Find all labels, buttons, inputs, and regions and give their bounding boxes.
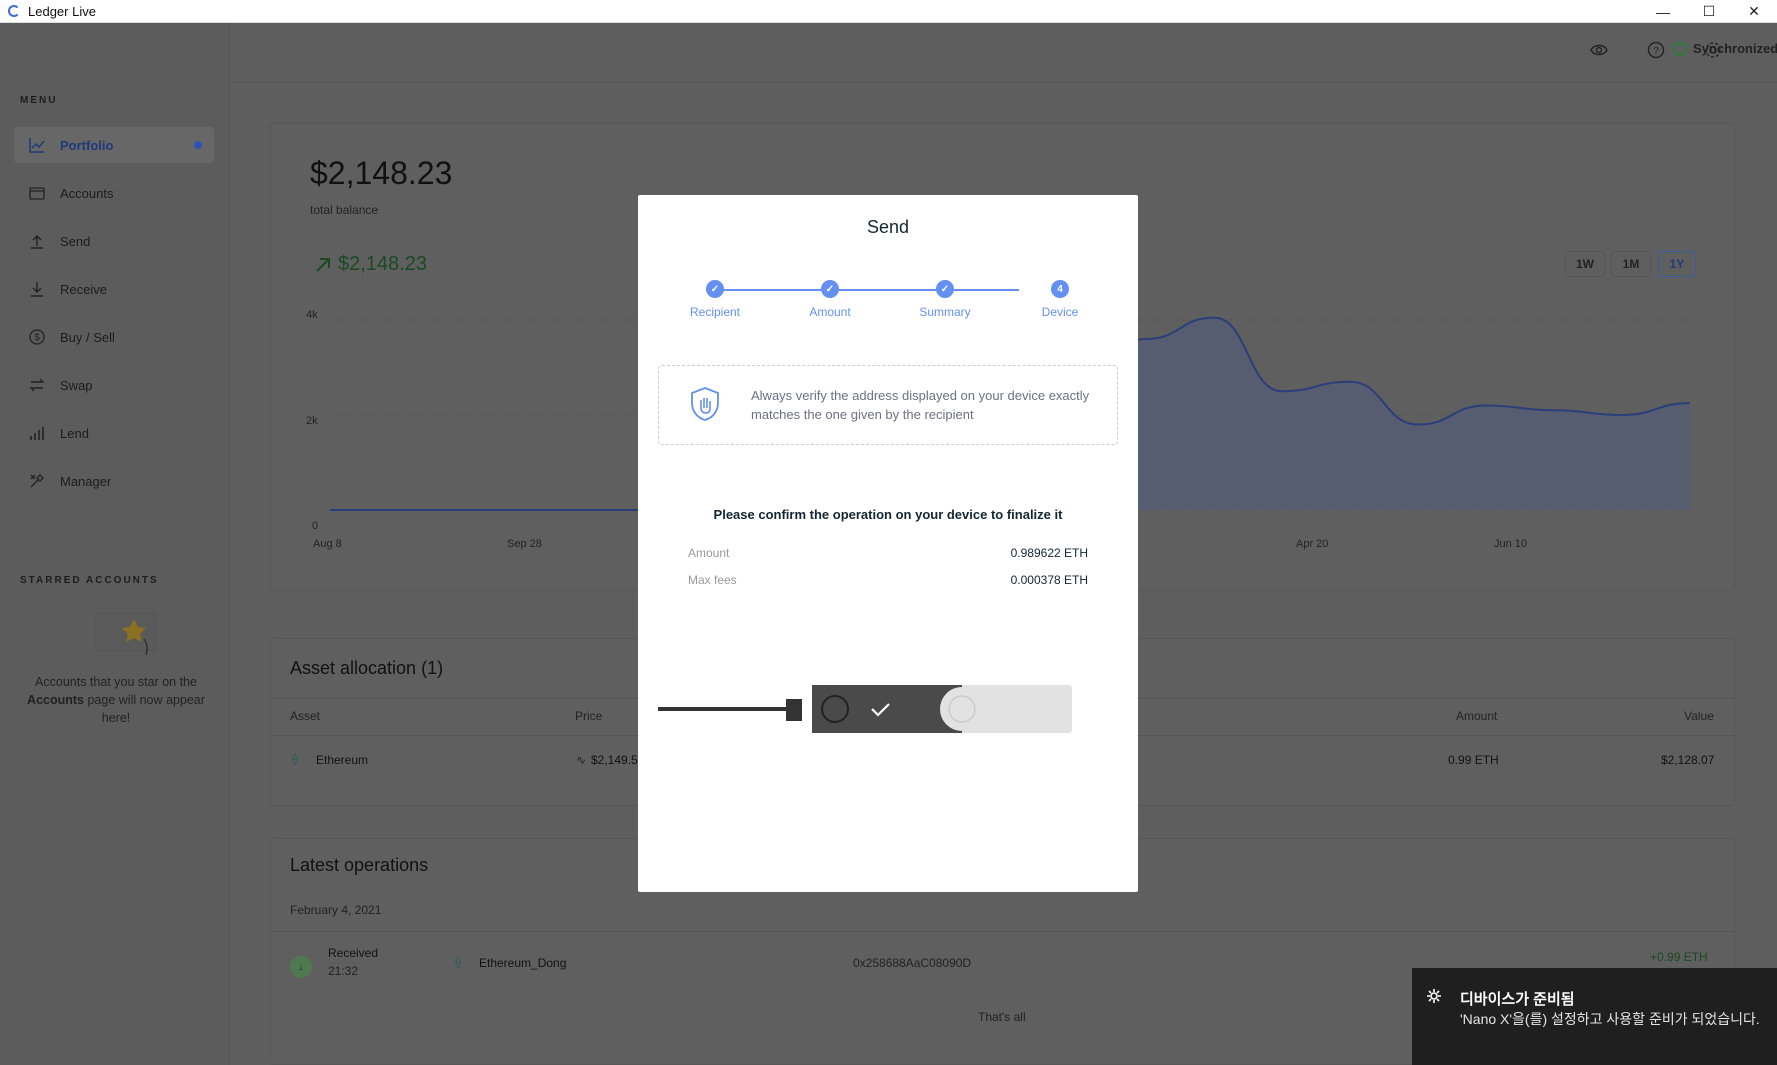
warning-text: Always verify the address displayed on y…: [751, 388, 1090, 422]
step-summary-check-icon: ✓: [936, 280, 954, 298]
modal-overlay: Send ✓ ✓ ✓ 4 Recipient Amount Summary De…: [0, 23, 1777, 1065]
minimize-button[interactable]: —: [1640, 0, 1686, 23]
step-label-recipient: Recipient: [689, 305, 741, 319]
ledger-logo-icon: [8, 5, 20, 17]
close-button[interactable]: ✕: [1731, 0, 1777, 23]
notification-body: 'Nano X'을(를) 설정하고 사용할 준비가 되었습니다.: [1460, 1011, 1760, 1027]
step-label-summary: Summary: [919, 305, 971, 319]
step-device-number: 4: [1051, 280, 1069, 298]
nano-device-illustration: [658, 685, 1072, 733]
confirm-instruction: Please confirm the operation on your dev…: [713, 507, 1063, 522]
notification-title: 디바이스가 준비됨: [1460, 991, 1575, 1008]
step-label-amount: Amount: [809, 305, 851, 319]
step-label-device: Device: [1041, 305, 1079, 319]
modal-title: Send: [866, 217, 910, 237]
stepper-line: [715, 289, 1019, 291]
maximize-button[interactable]: ☐: [1686, 0, 1732, 23]
send-modal: Send ✓ ✓ ✓ 4 Recipient Amount Summary De…: [638, 195, 1138, 892]
shield-hand-icon: [689, 386, 721, 422]
amount-value: 0.989622 ETH: [1010, 546, 1088, 560]
step-recipient-check-icon: ✓: [706, 280, 724, 298]
window-title: Ledger Live: [28, 3, 96, 19]
fees-value: 0.000378 ETH: [1010, 573, 1088, 587]
gear-icon: [1426, 988, 1444, 1006]
window-titlebar: Ledger Live — ☐ ✕: [0, 0, 1777, 23]
fees-label: Max fees: [688, 573, 737, 587]
windows-notification[interactable]: 디바이스가 준비됨 'Nano X'을(를) 설정하고 사용할 준비가 되었습니…: [1412, 968, 1777, 1065]
verify-address-warning: Always verify the address displayed on y…: [658, 365, 1118, 445]
step-amount-check-icon: ✓: [821, 280, 839, 298]
amount-label: Amount: [688, 546, 730, 560]
